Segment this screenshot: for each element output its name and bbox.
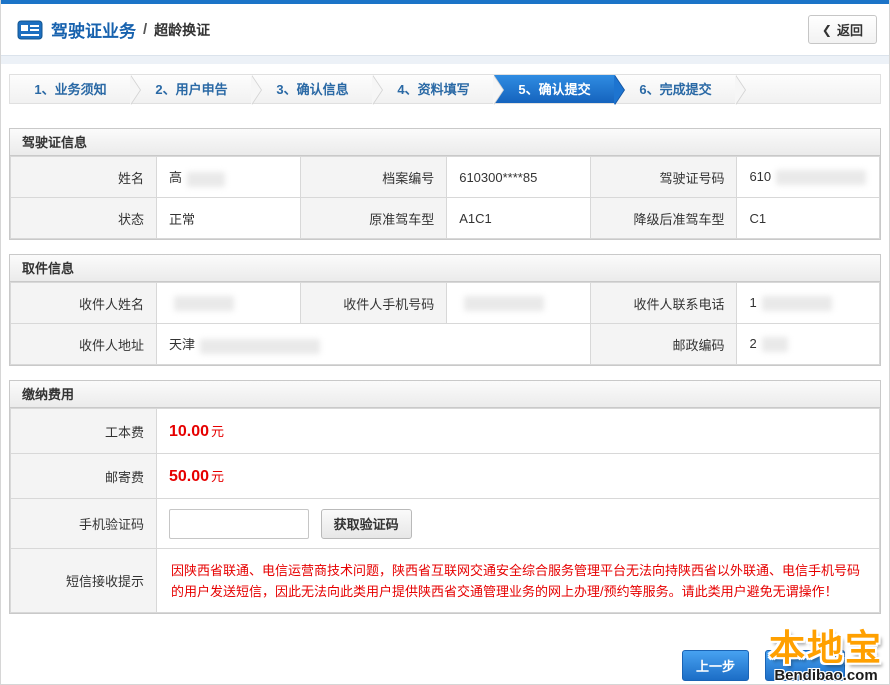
step-6-finish: 6、完成提交 [615,75,736,103]
table-row: 手机验证码 获取验证码 [11,499,880,549]
prev-step-button[interactable]: 上一步 [682,650,749,681]
license-number-value: 610 [737,157,880,198]
redacted-text [776,170,866,185]
recipient-mobile-value [447,283,591,324]
fees-title: 缴纳费用 [10,381,880,408]
postcode-value: 2 [737,324,880,365]
production-fee-value: 10.00元 [156,409,879,454]
step-3-confirm-info: 3、确认信息 [252,75,373,103]
file-number-value: 610300****85 [447,157,591,198]
postcode-label: 邮政编码 [591,324,737,365]
redacted-text [187,172,225,187]
license-number-label: 驾驶证号码 [591,157,737,198]
license-info-section: 驾驶证信息 姓名 高 档案编号 610300****85 驾驶证号码 610 状… [9,128,881,240]
recipient-phone-value: 1 [737,283,880,324]
table-row: 状态 正常 原准驾车型 A1C1 降级后准驾车型 C1 [11,198,880,239]
address-value: 天津 [156,324,590,365]
production-fee-amount: 10.00 [169,423,209,440]
table-row: 收件人姓名 收件人手机号码 收件人联系电话 1 [11,283,880,324]
status-value: 正常 [156,198,300,239]
header: 驾驶证业务 / 超龄换证 ❮ 返回 [1,4,889,56]
title-separator: / [143,21,147,38]
captcha-cell: 获取验证码 [156,499,879,549]
status-label: 状态 [11,198,157,239]
table-row: 工本费 10.00元 [11,409,880,454]
page: 驾驶证业务 / 超龄换证 ❮ 返回 1、业务须知 2、用户申告 3、确认信息 4… [0,0,890,685]
name-value: 高 [156,157,300,198]
pickup-info-table: 收件人姓名 收件人手机号码 收件人联系电话 1 收件人地址 天津 邮政编码 2 [10,282,880,365]
production-fee-unit: 元 [211,424,224,439]
name-label: 姓名 [11,157,157,198]
redacted-text [174,296,234,311]
pickup-info-section: 取件信息 收件人姓名 收件人手机号码 收件人联系电话 1 收件人地址 天津 邮政… [9,254,881,366]
table-row: 短信接收提示 因陕西省联通、电信运营商技术问题，陕西省互联网交通安全综合服务管理… [11,549,880,613]
sms-notice-label: 短信接收提示 [11,549,157,613]
back-button[interactable]: ❮ 返回 [808,15,877,44]
pickup-info-title: 取件信息 [10,255,880,282]
subheader-band [1,56,889,64]
redacted-text [200,339,320,354]
table-row: 收件人地址 天津 邮政编码 2 [11,324,880,365]
step-wizard: 1、业务须知 2、用户申告 3、确认信息 4、资料填写 5、确认提交 6、完成提… [9,74,881,104]
redacted-text [762,337,788,352]
orig-type-value: A1C1 [447,198,591,239]
step-1-notice: 1、业务须知 [10,75,131,103]
page-subtitle: 超龄换证 [154,20,210,40]
content: 驾驶证信息 姓名 高 档案编号 610300****85 驾驶证号码 610 状… [1,128,889,681]
recipient-name-label: 收件人姓名 [11,283,157,324]
address-label: 收件人地址 [11,324,157,365]
redacted-text [762,296,832,311]
captcha-label: 手机验证码 [11,499,157,549]
postage-fee-value: 50.00元 [156,454,879,499]
footer-actions: 上一步 [9,650,845,681]
recipient-mobile-label: 收件人手机号码 [301,283,447,324]
step-2-declaration: 2、用户申告 [131,75,252,103]
downgraded-type-label: 降级后准驾车型 [591,198,737,239]
redacted-text [464,296,544,311]
fees-table: 工本费 10.00元 邮寄费 50.00元 手机验证码 获取验证码 [10,408,880,613]
downgraded-type-value: C1 [737,198,880,239]
fees-section: 缴纳费用 工本费 10.00元 邮寄费 50.00元 手机验证码 [9,380,881,614]
production-fee-label: 工本费 [11,409,157,454]
postage-fee-amount: 50.00 [169,468,209,485]
page-title: 驾驶证业务 [51,17,136,42]
back-button-label: 返回 [837,20,863,39]
submit-button[interactable] [765,650,845,681]
recipient-name-value [156,283,300,324]
file-number-label: 档案编号 [301,157,447,198]
captcha-input[interactable] [169,509,309,539]
table-row: 邮寄费 50.00元 [11,454,880,499]
chevron-left-icon: ❮ [822,23,832,37]
orig-type-label: 原准驾车型 [301,198,447,239]
sms-notice-text: 因陕西省联通、电信运营商技术问题，陕西省互联网交通安全综合服务管理平台无法向持陕… [156,549,879,613]
step-4-fill-data: 4、资料填写 [373,75,494,103]
postage-fee-unit: 元 [211,469,224,484]
table-row: 姓名 高 档案编号 610300****85 驾驶证号码 610 [11,157,880,198]
recipient-phone-label: 收件人联系电话 [591,283,737,324]
get-captcha-button[interactable]: 获取验证码 [321,509,412,539]
postage-fee-label: 邮寄费 [11,454,157,499]
step-5-confirm-submit: 5、确认提交 [494,75,615,103]
license-info-table: 姓名 高 档案编号 610300****85 驾驶证号码 610 状态 正常 原… [10,156,880,239]
license-card-icon [17,20,43,40]
license-info-title: 驾驶证信息 [10,129,880,156]
